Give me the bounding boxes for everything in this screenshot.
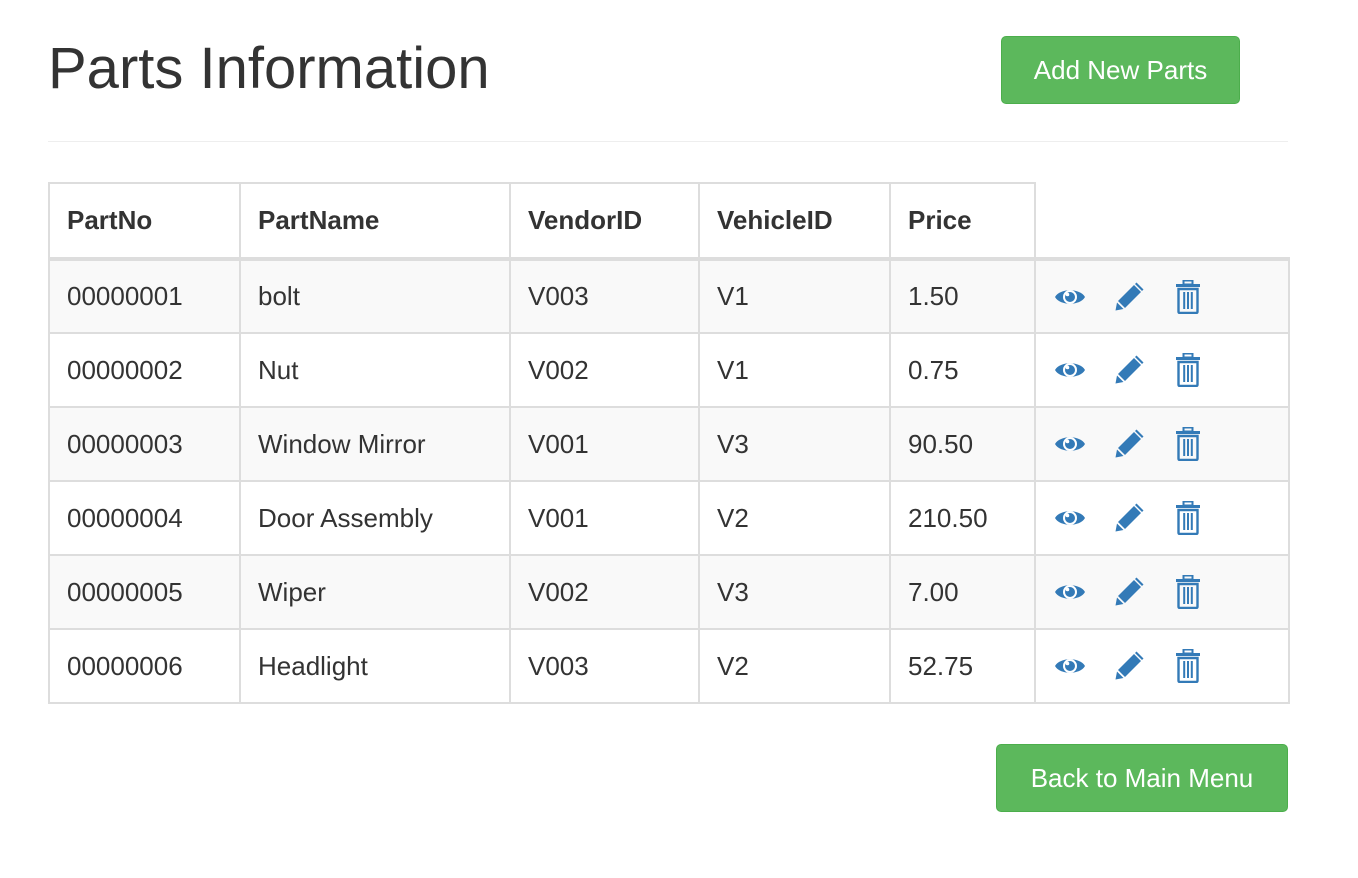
- row-actions: [1034, 406, 1290, 482]
- pencil-icon[interactable]: [1112, 280, 1146, 314]
- row-actions: [1034, 332, 1290, 408]
- cell-price: 1.50: [889, 258, 1036, 334]
- cell-vendorid: V003: [509, 258, 700, 334]
- table-row: 00000004 Door Assembly V001 V2 210.50: [48, 480, 1290, 556]
- cell-price: 0.75: [889, 332, 1036, 408]
- cell-vendorid: V003: [509, 628, 700, 704]
- cell-partno: 00000001: [48, 258, 241, 334]
- cell-price: 52.75: [889, 628, 1036, 704]
- cell-price: 90.50: [889, 406, 1036, 482]
- trash-icon[interactable]: [1171, 575, 1205, 609]
- cell-partno: 00000004: [48, 480, 241, 556]
- row-actions: [1034, 258, 1290, 334]
- eye-icon[interactable]: [1053, 501, 1087, 535]
- cell-vehicleid: V1: [698, 258, 891, 334]
- cell-vehicleid: V3: [698, 406, 891, 482]
- pencil-icon[interactable]: [1112, 575, 1146, 609]
- pencil-icon[interactable]: [1112, 501, 1146, 535]
- row-actions: [1034, 628, 1290, 704]
- eye-icon[interactable]: [1053, 649, 1087, 683]
- row-actions-group: [1053, 482, 1288, 554]
- cell-partname: Nut: [239, 332, 511, 408]
- row-actions-group: [1053, 630, 1288, 702]
- row-actions-group: [1053, 408, 1288, 480]
- column-header-price: Price: [889, 182, 1036, 261]
- cell-vendorid: V001: [509, 480, 700, 556]
- eye-icon[interactable]: [1053, 427, 1087, 461]
- cell-partname: bolt: [239, 258, 511, 334]
- page-title: Parts Information: [48, 36, 490, 101]
- trash-icon[interactable]: [1171, 279, 1205, 314]
- column-header-vehicleid: VehicleID: [698, 182, 891, 261]
- table-row: 00000005 Wiper V002 V3 7.00: [48, 554, 1290, 630]
- column-header-actions: [1034, 183, 1289, 261]
- add-new-parts-button[interactable]: Add New Parts: [1001, 36, 1240, 104]
- pencil-icon[interactable]: [1112, 427, 1146, 461]
- cell-partno: 00000006: [48, 628, 241, 704]
- cell-partname: Door Assembly: [239, 480, 511, 556]
- cell-partname: Headlight: [239, 628, 511, 704]
- cell-price: 7.00: [889, 554, 1036, 630]
- table-row: 00000006 Headlight V003 V2 52.75: [48, 628, 1290, 704]
- eye-icon[interactable]: [1053, 575, 1087, 609]
- table-header-row: PartNo PartName VendorID VehicleID Price: [48, 182, 1289, 261]
- cell-partname: Wiper: [239, 554, 511, 630]
- cell-vehicleid: V3: [698, 554, 891, 630]
- row-actions-group: [1053, 261, 1288, 332]
- parts-table: PartNo PartName VendorID VehicleID Price…: [48, 182, 1290, 704]
- row-actions: [1034, 554, 1290, 630]
- trash-icon[interactable]: [1171, 427, 1205, 461]
- row-actions: [1034, 480, 1290, 556]
- eye-icon[interactable]: [1053, 280, 1087, 314]
- trash-icon[interactable]: [1171, 649, 1205, 683]
- cell-vehicleid: V2: [698, 628, 891, 704]
- cell-vehicleid: V2: [698, 480, 891, 556]
- cell-partno: 00000003: [48, 406, 241, 482]
- cell-vendorid: V002: [509, 554, 700, 630]
- cell-price: 210.50: [889, 480, 1036, 556]
- column-header-vendorid: VendorID: [509, 182, 700, 261]
- table-row: 00000001 bolt V003 V1 1.50: [48, 258, 1290, 334]
- column-header-partno: PartNo: [48, 182, 241, 261]
- cell-vehicleid: V1: [698, 332, 891, 408]
- table-body: 00000001 bolt V003 V1 1.50 00000002 Nut V002 V1 0…: [48, 258, 1290, 704]
- cell-vendorid: V002: [509, 332, 700, 408]
- cell-partname: Window Mirror: [239, 406, 511, 482]
- back-to-main-menu-button[interactable]: Back to Main Menu: [996, 744, 1288, 812]
- pencil-icon[interactable]: [1112, 353, 1146, 387]
- column-header-partname: PartName: [239, 182, 511, 261]
- cell-partno: 00000002: [48, 332, 241, 408]
- pencil-icon[interactable]: [1112, 649, 1146, 683]
- eye-icon[interactable]: [1053, 353, 1087, 387]
- table-row: 00000003 Window Mirror V001 V3 90.50: [48, 406, 1290, 482]
- row-actions-group: [1053, 556, 1288, 628]
- table-row: 00000002 Nut V002 V1 0.75: [48, 332, 1290, 408]
- cell-vendorid: V001: [509, 406, 700, 482]
- cell-partno: 00000005: [48, 554, 241, 630]
- trash-icon[interactable]: [1171, 501, 1205, 535]
- trash-icon[interactable]: [1171, 353, 1205, 387]
- row-actions-group: [1053, 334, 1288, 406]
